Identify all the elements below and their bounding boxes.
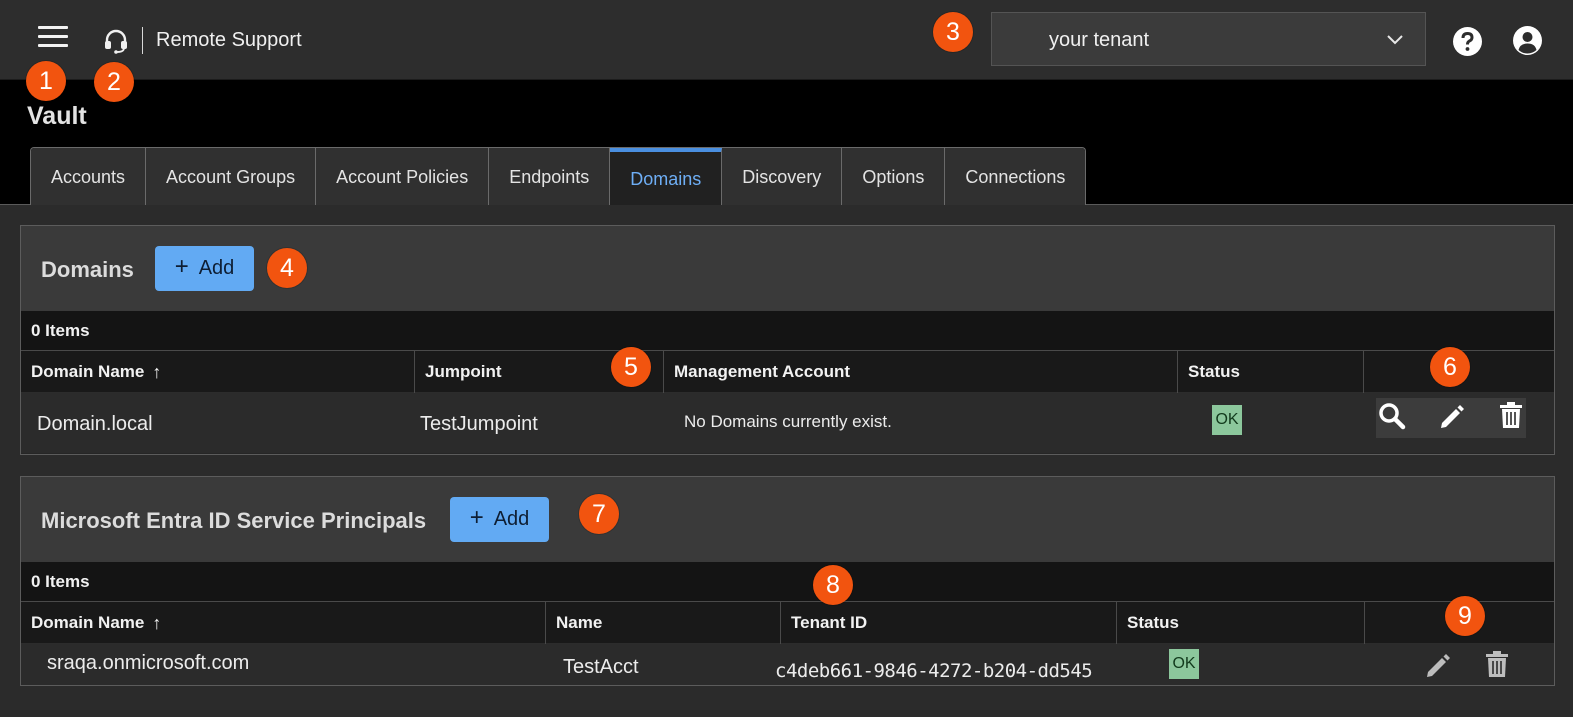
headset-icon <box>105 29 127 54</box>
callout-3: 3 <box>933 12 973 52</box>
tenant-select[interactable]: your tenant <box>991 12 1426 66</box>
tab-discovery[interactable]: Discovery <box>722 148 843 205</box>
domains-panel-header: Domains + Add <box>21 226 1554 311</box>
sort-ascending-icon: ↑ <box>152 361 162 382</box>
edit-icon[interactable] <box>1422 650 1452 680</box>
brand-divider <box>142 27 143 54</box>
domains-item-count: 0 Items <box>21 311 1554 351</box>
column-domain-name[interactable]: Domain Name ↑ <box>21 351 415 393</box>
menu-icon[interactable] <box>38 26 68 52</box>
column-management-account[interactable]: Management Account <box>664 351 1178 393</box>
row-tenant-id: c4deb661-9846-4272-b204-dd545 <box>775 660 1093 682</box>
column-domain-name-label: Domain Name <box>31 613 145 632</box>
trash-icon[interactable] <box>1496 400 1526 430</box>
page-title: Vault <box>27 102 87 130</box>
column-status[interactable]: Status <box>1117 602 1365 644</box>
tab-account-groups[interactable]: Account Groups <box>146 148 317 205</box>
trash-icon[interactable] <box>1482 649 1512 679</box>
entra-table-header: Domain Name ↑ Name Tenant ID Status <box>21 602 1554 644</box>
column-name[interactable]: Name <box>546 602 781 644</box>
callout-6: 6 <box>1430 347 1470 387</box>
empty-state-message: No Domains currently exist. <box>684 412 892 431</box>
callout-7: 7 <box>579 494 619 534</box>
row-name: TestAcct <box>563 656 639 678</box>
table-row[interactable]: Domain.local TestJumpoint No Domains cur… <box>21 393 1554 453</box>
row-domain-name: sraqa.onmicrosoft.com <box>47 652 250 674</box>
column-domain-name-label: Domain Name <box>31 362 145 381</box>
domains-panel: Domains + Add 0 Items Domain Name ↑ Jump… <box>20 225 1555 455</box>
callout-1: 1 <box>26 61 66 101</box>
callout-4: 4 <box>267 248 307 288</box>
tab-options[interactable]: Options <box>842 148 946 205</box>
domains-table-header: Domain Name ↑ Jumpoint Management Accoun… <box>21 351 1554 393</box>
search-icon[interactable] <box>1377 401 1407 431</box>
entra-item-count: 0 Items <box>21 562 1554 602</box>
user-icon[interactable] <box>1512 25 1543 56</box>
tab-endpoints[interactable]: Endpoints <box>489 148 611 205</box>
plus-icon: + <box>174 253 189 280</box>
help-icon[interactable] <box>1452 26 1483 57</box>
vault-header: Vault Accounts Account Groups Account Po… <box>0 80 1573 205</box>
add-service-principal-label: Add <box>493 508 530 530</box>
tenant-select-value: your tenant <box>1049 29 1150 51</box>
add-domain-label: Add <box>198 257 235 279</box>
tab-domains[interactable]: Domains <box>610 148 723 205</box>
column-status[interactable]: Status <box>1178 351 1364 393</box>
plus-icon: + <box>469 504 484 531</box>
status-badge: OK <box>1169 649 1199 679</box>
add-service-principal-button[interactable]: + Add <box>450 497 549 542</box>
callout-8: 8 <box>813 565 853 605</box>
status-badge: OK <box>1212 405 1242 435</box>
add-domain-button[interactable]: + Add <box>155 246 254 291</box>
sort-ascending-icon: ↑ <box>152 612 162 633</box>
entra-panel-header: Microsoft Entra ID Service Principals + … <box>21 477 1554 562</box>
app-name: Remote Support <box>156 29 302 51</box>
row-jumpoint: TestJumpoint <box>420 413 538 435</box>
entra-panel: Microsoft Entra ID Service Principals + … <box>20 476 1555 686</box>
tab-account-policies[interactable]: Account Policies <box>316 148 490 205</box>
row-domain-name: Domain.local <box>37 413 153 435</box>
chevron-down-icon <box>1387 35 1403 45</box>
callout-9: 9 <box>1445 596 1485 636</box>
top-bar: Remote Support your tenant <box>0 0 1573 80</box>
column-tenant-id[interactable]: Tenant ID <box>781 602 1117 644</box>
callout-2: 2 <box>94 62 134 102</box>
domains-title: Domains <box>41 257 134 282</box>
column-domain-name[interactable]: Domain Name ↑ <box>21 602 546 644</box>
tab-accounts[interactable]: Accounts <box>31 148 147 205</box>
entra-title: Microsoft Entra ID Service Principals <box>41 508 427 533</box>
tab-bar: Accounts Account Groups Account Policies… <box>30 147 1087 205</box>
tab-connections[interactable]: Connections <box>945 148 1086 205</box>
callout-5: 5 <box>611 347 651 387</box>
edit-icon[interactable] <box>1436 401 1466 431</box>
table-row[interactable]: sraqa.onmicrosoft.com TestAcct c4deb661-… <box>21 644 1554 685</box>
